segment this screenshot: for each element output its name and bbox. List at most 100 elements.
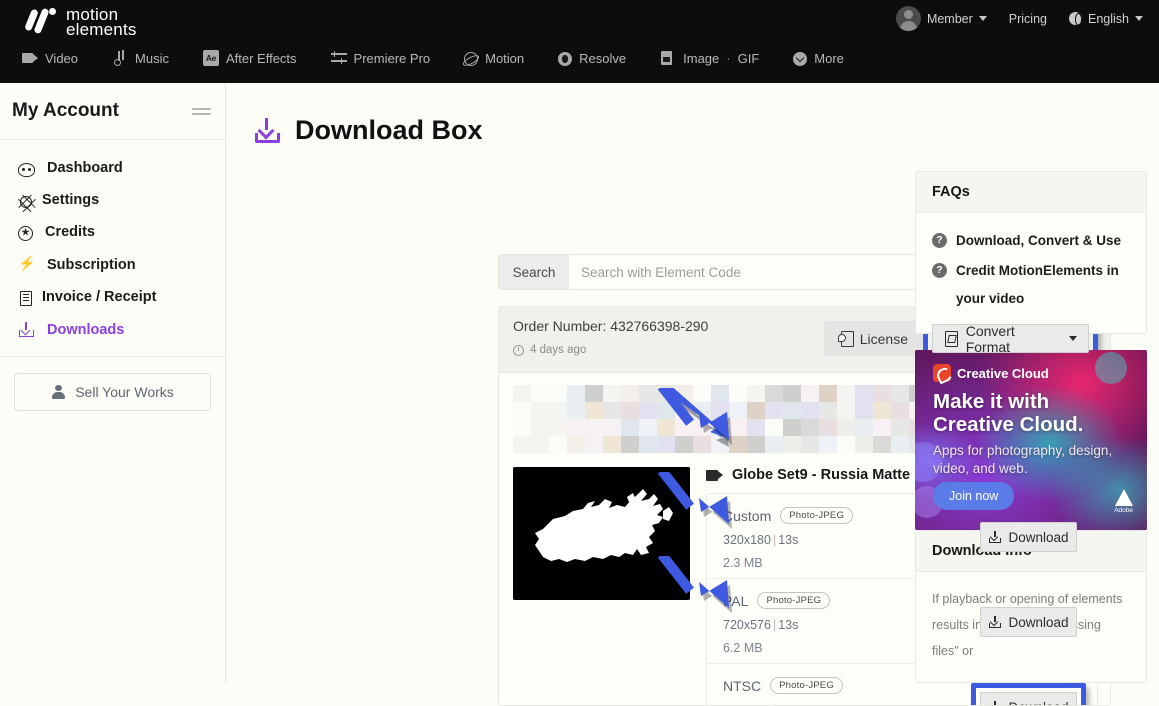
faq-label: Credit MotionElements in your video	[956, 257, 1130, 313]
chevron-down-icon	[1135, 16, 1143, 21]
nav-label: Music	[135, 51, 169, 66]
sidebar-item-label: Downloads	[47, 322, 124, 338]
sidebar-menu: Dashboard Settings Credits Subscription …	[0, 140, 225, 357]
nav-item-after-effects[interactable]: Ae After Effects	[199, 48, 301, 68]
nav-item-motion[interactable]: Motion	[460, 49, 528, 68]
order-time-text: 4 days ago	[530, 344, 586, 356]
motionelements-logo[interactable]: motion elements	[26, 5, 137, 37]
faqs-heading: FAQs	[916, 172, 1146, 213]
format-codec-badge: Photo-JPEG	[780, 507, 853, 524]
member-label: Member	[927, 12, 973, 26]
creative-cloud-ad-banner[interactable]: Creative Cloud Make it with Creative Clo…	[915, 350, 1147, 530]
sidebar-item-downloads[interactable]: Downloads	[0, 313, 225, 346]
gear-icon	[20, 196, 32, 208]
account-sidebar: My Account Dashboard Settings Credits Su…	[0, 83, 226, 683]
license-icon	[838, 331, 852, 346]
faqs-body: ? Download, Convert & Use ? Credit Motio…	[916, 213, 1146, 333]
nav-label: Motion	[485, 51, 524, 66]
dashboard-icon	[18, 163, 35, 177]
format-duration: 13s	[778, 533, 798, 547]
convert-format-label: Convert Format	[966, 323, 1061, 355]
music-icon	[112, 50, 128, 66]
download-button-ntsc[interactable]: Download	[980, 692, 1077, 706]
convert-format-button[interactable]: Convert Format	[932, 324, 1089, 353]
chevron-down-icon	[1069, 336, 1077, 341]
nav-item-music[interactable]: Music	[108, 48, 173, 68]
faq-link-download-convert-use[interactable]: ? Download, Convert & Use	[932, 227, 1130, 255]
format-resolution: 720x576	[723, 618, 771, 632]
after-effects-icon: Ae	[203, 50, 219, 66]
pricing-label: Pricing	[1009, 12, 1047, 26]
nav-item-video[interactable]: Video	[18, 48, 82, 68]
ad-brand: Creative Cloud	[933, 364, 1049, 382]
category-nav: Video Music Ae After Effects Premiere Pr…	[18, 48, 848, 68]
format-name: NTSC	[723, 678, 761, 694]
sidebar-item-label: Credits	[45, 224, 95, 240]
ad-headline-line1: Make it with	[933, 390, 1083, 413]
avatar	[896, 6, 921, 31]
nav-label: Premiere Pro	[354, 51, 431, 66]
sidebar-item-subscription[interactable]: Subscription	[0, 248, 225, 281]
pricing-link[interactable]: Pricing	[1009, 12, 1047, 26]
language-menu[interactable]: English	[1069, 12, 1143, 26]
download-icon	[988, 531, 1001, 544]
ad-join-now-button[interactable]: Join now	[933, 482, 1014, 510]
sidebar-header: My Account	[0, 83, 225, 140]
clock-icon	[513, 345, 524, 356]
sell-your-works-label: Sell Your Works	[75, 384, 174, 400]
sidebar-title: My Account	[12, 100, 119, 122]
annotation-arrow-3	[655, 556, 775, 618]
creative-cloud-logo-icon	[933, 364, 951, 382]
language-label: English	[1088, 12, 1129, 26]
faqs-panel: FAQs ? Download, Convert & Use ? Credit …	[915, 171, 1147, 334]
logo-wordmark: motion elements	[66, 5, 137, 37]
credits-icon	[18, 226, 33, 241]
download-box-icon	[254, 117, 281, 144]
member-menu[interactable]: Member	[896, 6, 987, 31]
motion-icon	[464, 52, 478, 66]
person-icon	[51, 385, 65, 400]
download-button-custom[interactable]: Download	[980, 522, 1077, 552]
nav-label: After Effects	[226, 51, 297, 66]
more-icon	[793, 52, 807, 66]
download-button-pal[interactable]: Download	[980, 607, 1077, 637]
faq-link-credit-motionelements[interactable]: ? Credit MotionElements in your video	[932, 257, 1130, 313]
hamburger-menu-icon[interactable]	[192, 105, 211, 118]
nav-item-premiere-pro[interactable]: Premiere Pro	[327, 48, 435, 68]
download-icon	[988, 701, 1001, 706]
faq-label: Download, Convert & Use	[956, 227, 1121, 255]
download-label: Download	[1008, 615, 1068, 630]
adobe-logo: Adobe	[1114, 489, 1133, 514]
ad-headline: Make it with Creative Cloud.	[933, 390, 1083, 436]
download-label: Download	[1008, 530, 1068, 545]
top-right-menu: Member Pricing English	[896, 6, 1143, 31]
sell-your-works-button[interactable]: Sell Your Works	[14, 373, 211, 411]
sidebar-item-label: Invoice / Receipt	[42, 289, 156, 305]
nav-separator: ·	[726, 51, 730, 66]
format-duration: 13s	[778, 618, 798, 632]
logo-line-2: elements	[66, 22, 137, 37]
nav-label: Video	[45, 51, 78, 66]
ad-subtext: Apps for photography, design, video, and…	[933, 442, 1147, 478]
sidebar-item-credits[interactable]: Credits	[0, 216, 225, 248]
sidebar-item-label: Subscription	[47, 257, 136, 273]
nav-item-more[interactable]: More	[789, 49, 848, 68]
nav-item-resolve[interactable]: Resolve	[554, 49, 630, 68]
adobe-a-icon	[1115, 489, 1133, 506]
nav-label: GIF	[738, 51, 760, 66]
logo-mark-icon	[26, 6, 58, 36]
license-label: License	[860, 331, 908, 347]
annotation-arrow-1	[655, 388, 775, 450]
download-icon	[18, 322, 35, 339]
sidebar-item-invoice-receipt[interactable]: Invoice / Receipt	[0, 281, 225, 313]
sell-your-works-wrapper: Sell Your Works	[0, 357, 225, 427]
sidebar-item-dashboard[interactable]: Dashboard	[0, 152, 225, 184]
sidebar-item-label: Dashboard	[47, 160, 123, 176]
page-title: Download Box	[254, 115, 483, 146]
sidebar-item-settings[interactable]: Settings	[0, 184, 225, 216]
license-button[interactable]: License	[824, 321, 922, 356]
nav-item-image-gif[interactable]: Image · GIF	[656, 48, 763, 68]
top-navigation-bar: motion elements Member Pricing English V…	[0, 0, 1159, 83]
question-mark-icon: ?	[932, 263, 947, 278]
search-label: Search	[499, 255, 569, 289]
